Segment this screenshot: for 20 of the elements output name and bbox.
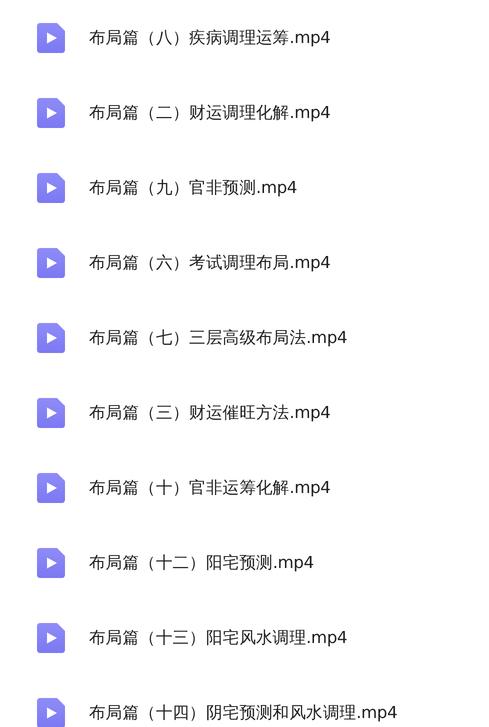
video-file-icon	[37, 248, 65, 278]
file-name[interactable]: 布局篇（十二）阳宅预测.mp4	[89, 552, 314, 574]
video-file-icon	[37, 22, 65, 52]
video-file-icon	[37, 322, 65, 352]
file-name[interactable]: 布局篇（十）官非运筹化解.mp4	[89, 476, 330, 498]
file-name[interactable]: 布局篇（七）三层高级布局法.mp4	[89, 326, 348, 348]
file-name[interactable]: 布局篇（三）财运催旺方法.mp4	[89, 402, 330, 424]
video-file-icon	[37, 548, 65, 578]
video-file-icon	[37, 472, 65, 502]
file-name[interactable]: 布局篇（十四）阴宅预测和风水调理.mp4	[89, 702, 398, 724]
video-file-icon	[37, 698, 65, 727]
file-name[interactable]: 布局篇（十三）阳宅风水调理.mp4	[89, 626, 348, 648]
file-name[interactable]: 布局篇（九）官非预测.mp4	[89, 176, 298, 198]
video-file-icon	[37, 398, 65, 428]
video-file-icon	[37, 622, 65, 652]
video-file-icon	[37, 172, 65, 202]
file-name[interactable]: 布局篇（六）考试调理布局.mp4	[89, 252, 330, 274]
file-name[interactable]: 布局篇（八）疾病调理运筹.mp4	[89, 26, 330, 48]
file-name[interactable]: 布局篇（二）财运调理化解.mp4	[89, 102, 330, 124]
video-file-icon	[37, 98, 65, 128]
